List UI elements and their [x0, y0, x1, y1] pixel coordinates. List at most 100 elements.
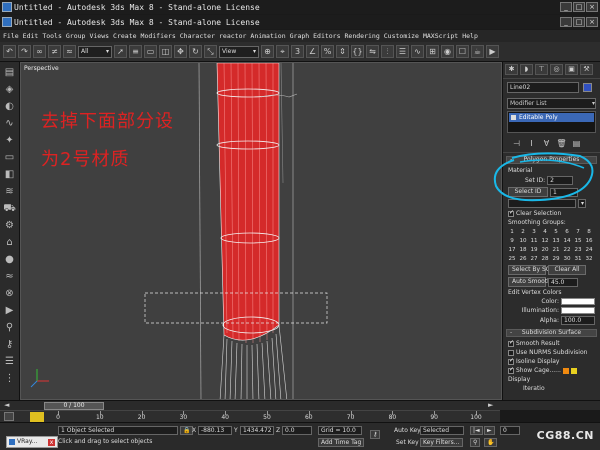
configure-sets-icon[interactable]: ▤	[571, 138, 582, 149]
material-editor-icon[interactable]: ◉	[441, 45, 454, 58]
smoothing-group-button[interactable]: 18	[518, 246, 528, 254]
reactor-rigid-icon[interactable]: ◈	[3, 83, 17, 96]
prev-frame-icon[interactable]: ◄	[4, 401, 9, 409]
mirror-icon[interactable]: ⇋	[366, 45, 379, 58]
reactor-hinge-icon[interactable]: ⌂	[3, 236, 17, 249]
menu-animation[interactable]: Animation	[250, 32, 285, 40]
set-key-button[interactable]: Set Key	[396, 439, 419, 446]
smoothing-group-button[interactable]: 23	[573, 246, 583, 254]
motion-tab-icon[interactable]: ◎	[550, 64, 563, 75]
render-last-icon[interactable]: ▶	[486, 45, 499, 58]
clear-all-button[interactable]: Clear All	[548, 265, 586, 275]
menu-graph-editors[interactable]: Graph Editors	[290, 32, 341, 40]
smoothing-group-button[interactable]: 13	[551, 237, 561, 245]
isoline-display-checkbox[interactable]	[508, 357, 514, 365]
smoothing-group-button[interactable]: 5	[551, 228, 561, 236]
auto-key-button[interactable]: Auto Key	[394, 427, 421, 434]
curve-editor-icon[interactable]: ∿	[411, 45, 424, 58]
smoothing-group-button[interactable]: 29	[551, 255, 561, 263]
reactor-plane-icon[interactable]: ▭	[3, 151, 17, 164]
menu-create[interactable]: Create	[113, 32, 136, 40]
reactor-soft-icon[interactable]: ◐	[3, 100, 17, 113]
smoothing-group-button[interactable]: 20	[540, 246, 550, 254]
select-object-icon[interactable]: ➚	[114, 45, 127, 58]
vertex-color-swatch[interactable]	[561, 298, 595, 305]
smoothing-group-button[interactable]: 12	[540, 237, 550, 245]
smoothing-group-button[interactable]: 27	[529, 255, 539, 263]
pin-stack-icon[interactable]: ⊣	[511, 138, 522, 149]
menu-modifiers[interactable]: Modifiers	[141, 32, 176, 40]
angle-snap-icon[interactable]: ∠	[306, 45, 319, 58]
auto-smooth-button[interactable]: Auto Smooth	[508, 277, 551, 287]
selection-filter-dropdown[interactable]: All ▾	[78, 45, 112, 58]
track-bar[interactable]: 0 10 20 30 40 50 60 70 80 90 100	[0, 410, 500, 422]
next-frame-icon[interactable]: ►	[488, 401, 493, 409]
add-time-tag-button[interactable]: Add Time Tag	[318, 438, 365, 447]
pivot-center-icon[interactable]: ⊕	[261, 45, 274, 58]
modifier-list-dropdown[interactable]: Modifier List ▾	[507, 98, 596, 109]
maximize-icon[interactable]: □	[573, 17, 585, 27]
smoothing-group-button[interactable]: 9	[507, 237, 517, 245]
show-cage-checkbox[interactable]	[508, 366, 514, 374]
pan-icon[interactable]: ✋	[484, 438, 498, 447]
layer-manager-icon[interactable]: ☰	[396, 45, 409, 58]
key-mode-dropdown[interactable]: Selected	[420, 426, 464, 435]
menu-group[interactable]: Group	[66, 32, 86, 40]
smoothing-group-button[interactable]: 32	[584, 255, 594, 263]
smoothing-group-button[interactable]: 15	[573, 237, 583, 245]
display-tab-icon[interactable]: ▣	[565, 64, 578, 75]
menu-tools[interactable]: Tools	[42, 32, 62, 40]
y-coordinate-field[interactable]: 1434.472	[240, 426, 274, 435]
reactor-ball-icon[interactable]: ●	[3, 253, 17, 266]
reactor-wind-icon[interactable]: ≋	[3, 185, 17, 198]
menu-customize[interactable]: Customize	[384, 32, 419, 40]
smoothing-group-button[interactable]: 28	[540, 255, 550, 263]
reference-coordinate-dropdown[interactable]: View ▾	[219, 45, 259, 58]
rollout-subdivision-surface[interactable]: Subdivision Surface	[506, 329, 597, 337]
menu-edit[interactable]: Edit	[23, 32, 39, 40]
smoothing-group-button[interactable]: 4	[540, 228, 550, 236]
perspective-viewport[interactable]: Perspective 去掉下面部分设 为2号材质	[20, 62, 502, 400]
x-coordinate-field[interactable]: -880.13	[198, 426, 232, 435]
reactor-create-key-icon[interactable]: ⚷	[3, 338, 17, 351]
reactor-properties-icon[interactable]: ☰	[3, 355, 17, 368]
key-filters-button[interactable]: Key Filters...	[420, 438, 463, 447]
vertex-illumination-swatch[interactable]	[561, 307, 595, 314]
time-slider-track[interactable]: 0 / 100 ◄ ►	[0, 400, 600, 410]
remove-modifier-icon[interactable]: 🗑	[556, 138, 567, 149]
close-icon[interactable]: x	[48, 439, 55, 446]
menu-help[interactable]: Help	[462, 32, 478, 40]
schematic-view-icon[interactable]: ⊞	[426, 45, 439, 58]
menu-character[interactable]: Character	[180, 32, 215, 40]
snaps-toggle-icon[interactable]: 3	[291, 45, 304, 58]
smoothing-group-button[interactable]: 8	[584, 228, 594, 236]
reactor-spring-icon[interactable]: ✦	[3, 134, 17, 147]
smoothing-group-button[interactable]: 26	[518, 255, 528, 263]
object-name-field[interactable]: Line02	[507, 82, 579, 93]
show-end-result-icon[interactable]: Ⅰ	[526, 138, 537, 149]
reactor-rope-icon[interactable]: ∿	[3, 117, 17, 130]
smoothing-group-button[interactable]: 31	[573, 255, 583, 263]
reactor-cloth-icon[interactable]: ▤	[3, 66, 17, 79]
smoothing-group-button[interactable]: 11	[529, 237, 539, 245]
play-icon[interactable]: ►	[484, 426, 495, 435]
menu-rendering[interactable]: Rendering	[345, 32, 380, 40]
smoothing-group-button[interactable]: 30	[562, 255, 572, 263]
close-icon[interactable]: ×	[586, 17, 598, 27]
z-coordinate-field[interactable]: 0.0	[282, 426, 312, 435]
auto-smooth-threshold[interactable]: 45.0	[548, 277, 578, 287]
smoothing-group-button[interactable]: 24	[584, 246, 594, 254]
reactor-water-icon[interactable]: ≈	[3, 270, 17, 283]
window-crossing-icon[interactable]: ◫	[159, 45, 172, 58]
rectangle-selection-icon[interactable]: ▭	[144, 45, 157, 58]
reactor-preview-icon[interactable]: ▶	[3, 304, 17, 317]
smoothing-group-button[interactable]: 21	[551, 246, 561, 254]
cage-selection-color-swatch[interactable]	[570, 367, 577, 374]
reactor-constraint-icon[interactable]: ⊗	[3, 287, 17, 300]
object-color-swatch[interactable]	[583, 83, 592, 92]
minimize-icon[interactable]: _	[560, 2, 572, 12]
hierarchy-tab-icon[interactable]: ⊤	[535, 64, 548, 75]
smoothing-group-button[interactable]: 3	[529, 228, 539, 236]
percent-snap-icon[interactable]: %	[321, 45, 334, 58]
smoothing-group-button[interactable]: 17	[507, 246, 517, 254]
